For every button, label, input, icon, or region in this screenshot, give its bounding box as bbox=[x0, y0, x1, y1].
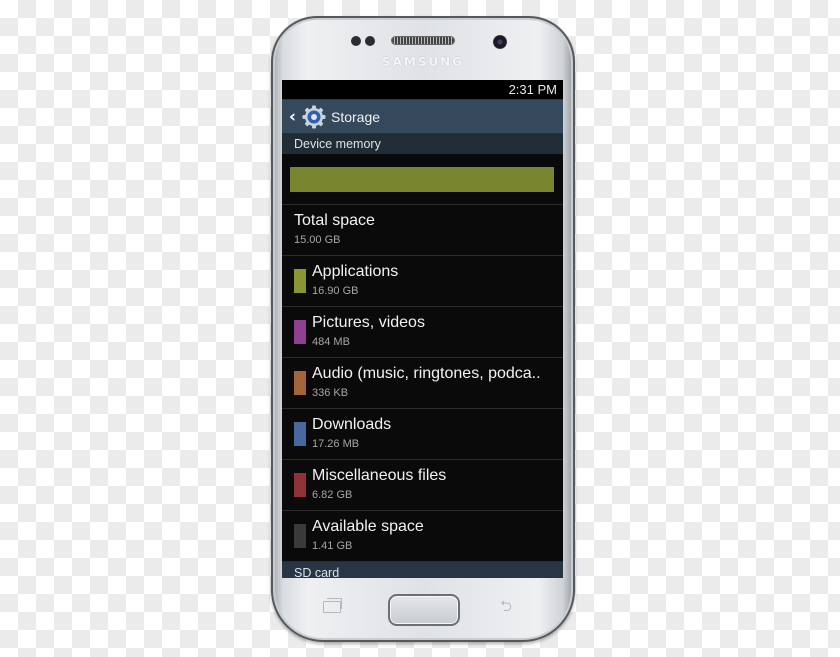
light-sensor-icon bbox=[365, 36, 375, 46]
section-header-sd-card: SD card bbox=[282, 562, 563, 578]
storage-item-label: Applications bbox=[312, 263, 399, 280]
storage-usage-bar bbox=[290, 167, 554, 192]
storage-item-value: 336 KB bbox=[312, 387, 349, 399]
usage-segment bbox=[290, 167, 554, 192]
color-swatch bbox=[294, 473, 306, 497]
storage-item-label: Miscellaneous files bbox=[312, 467, 447, 484]
storage-item-label: Pictures, videos bbox=[312, 314, 425, 331]
storage-item-row[interactable]: Miscellaneous files 6.82 GB bbox=[282, 460, 563, 511]
earpiece-speaker bbox=[392, 37, 454, 44]
chevron-left-icon[interactable]: ‹ bbox=[289, 107, 299, 127]
storage-item-row[interactable]: Audio (music, ringtones, podca.. 336 KB bbox=[282, 358, 563, 409]
storage-item-value: 6.82 GB bbox=[312, 489, 353, 501]
usage-bar-row bbox=[282, 154, 563, 205]
storage-item-label: Available space bbox=[312, 518, 424, 535]
section-header-device-memory: Device memory bbox=[282, 134, 563, 154]
storage-item-row[interactable]: Applications 16.90 GB bbox=[282, 256, 563, 307]
screen: 2:31 PM ‹ Storage Device memory Total sp… bbox=[282, 80, 563, 578]
home-button[interactable] bbox=[388, 594, 460, 626]
total-space-value: 15.00 GB bbox=[294, 234, 341, 246]
back-icon[interactable]: ⮌ bbox=[500, 596, 512, 621]
storage-item-row[interactable]: Available space 1.41 GB bbox=[282, 511, 563, 562]
color-swatch bbox=[294, 269, 306, 293]
total-space-row: Total space 15.00 GB bbox=[282, 205, 563, 256]
action-bar: ‹ Storage bbox=[282, 100, 563, 134]
recent-apps-icon[interactable] bbox=[323, 598, 342, 613]
storage-item-value: 1.41 GB bbox=[312, 540, 353, 552]
proximity-sensor-icon bbox=[351, 36, 361, 46]
storage-item-value: 17.26 MB bbox=[312, 438, 360, 450]
color-swatch bbox=[294, 320, 306, 344]
phone-frame: SAMSUNG 2:31 PM ‹ Storage Device memory bbox=[271, 16, 575, 642]
total-space-label: Total space bbox=[294, 212, 375, 229]
storage-item-value: 16.90 GB bbox=[312, 285, 359, 297]
color-swatch bbox=[294, 524, 306, 548]
color-swatch bbox=[294, 422, 306, 446]
storage-item-label: Downloads bbox=[312, 416, 392, 433]
section-label: Device memory bbox=[294, 137, 381, 151]
brand-logo: SAMSUNG bbox=[381, 55, 465, 69]
front-camera-icon bbox=[493, 35, 507, 49]
storage-item-row[interactable]: Pictures, videos 484 MB bbox=[282, 307, 563, 358]
page-title: Storage bbox=[331, 108, 381, 125]
status-bar: 2:31 PM bbox=[282, 80, 563, 100]
status-time: 2:31 PM bbox=[508, 82, 557, 97]
gear-settings-icon[interactable] bbox=[301, 104, 327, 130]
section-label: SD card bbox=[294, 566, 340, 578]
color-swatch bbox=[294, 371, 306, 395]
storage-item-label: Audio (music, ringtones, podca.. bbox=[312, 365, 541, 382]
storage-item-row[interactable]: Downloads 17.26 MB bbox=[282, 409, 563, 460]
storage-item-value: 484 MB bbox=[312, 336, 350, 348]
